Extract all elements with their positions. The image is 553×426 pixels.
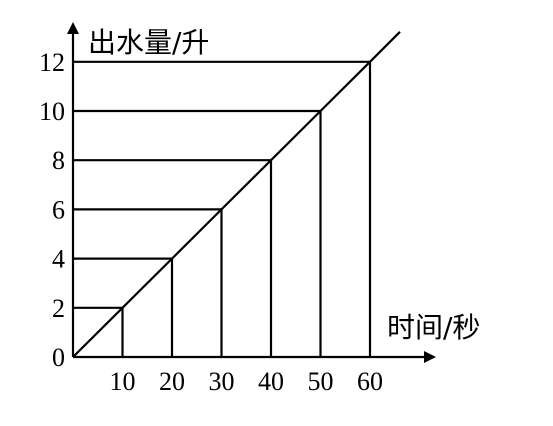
y-tick-label: 10 <box>39 97 65 126</box>
x-tick-label: 10 <box>110 367 136 396</box>
x-tick-label: 30 <box>209 367 235 396</box>
x-axis-label: 时间/秒 <box>387 311 480 344</box>
y-axis-arrow <box>67 22 79 34</box>
x-tick-label: 60 <box>357 367 383 396</box>
origin-label: 0 <box>52 343 65 372</box>
y-tick-label: 2 <box>52 294 65 323</box>
chart: 10 20 30 40 50 60 2 4 6 8 10 12 0 出水量/升 时间/秒 <box>39 22 480 396</box>
x-tick-label: 40 <box>258 367 284 396</box>
series-layer <box>72 31 401 358</box>
x-axis-arrow <box>424 351 436 363</box>
series-line-extension <box>369 31 401 63</box>
y-axis-label: 出水量/升 <box>88 26 209 59</box>
x-tick-label: 20 <box>159 367 185 396</box>
y-tick-label: 8 <box>52 146 65 175</box>
y-tick-label: 6 <box>52 195 65 224</box>
y-tick-label: 4 <box>52 245 65 274</box>
y-tick-label: 12 <box>39 48 65 77</box>
x-tick-label: 50 <box>308 367 334 396</box>
